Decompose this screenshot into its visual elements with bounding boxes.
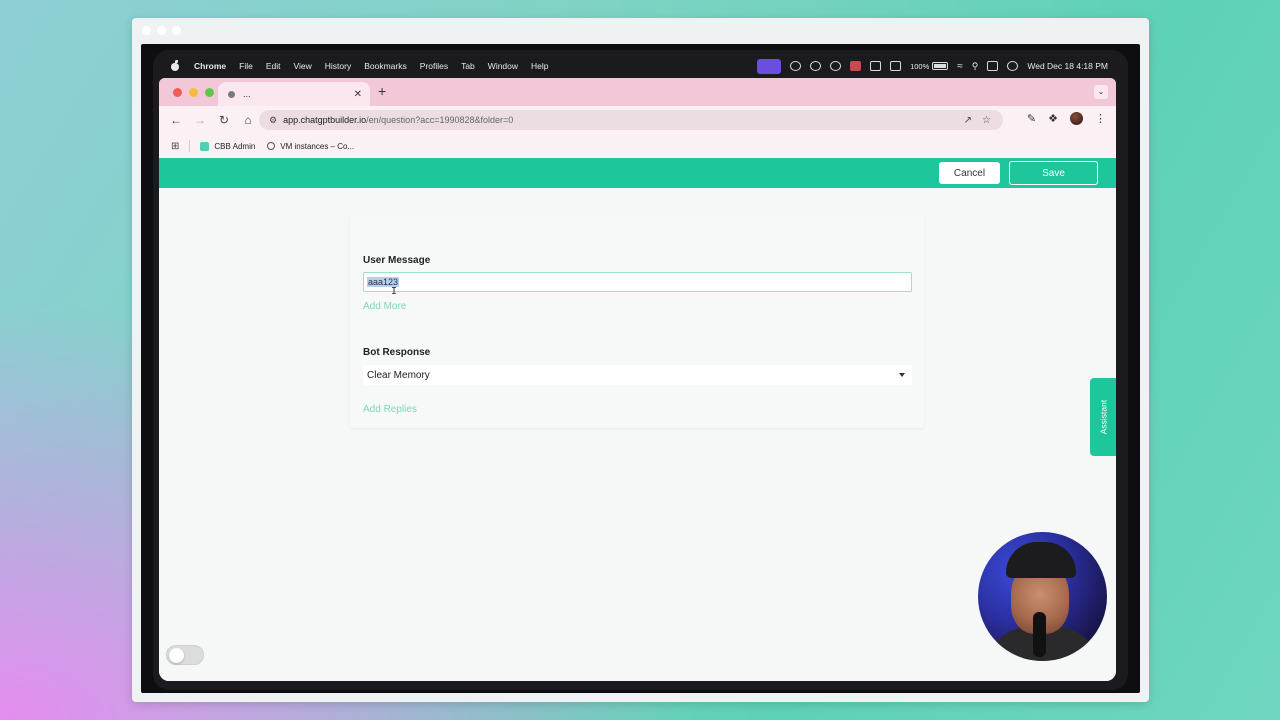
menu-history[interactable]: History [325, 61, 351, 71]
webcam-cap [1006, 542, 1076, 578]
back-icon[interactable]: ← [165, 113, 187, 127]
close-window-button[interactable] [173, 88, 182, 97]
bookmark-star-icon[interactable]: ☆ [982, 115, 991, 126]
bot-response-label: Bot Response [363, 347, 431, 358]
bookmark-vm-instances[interactable]: VM instances – Co... [267, 142, 354, 151]
macos-menubar: Chrome File Edit View History Bookmarks … [158, 56, 1118, 76]
apple-icon[interactable] [170, 60, 180, 72]
reload-icon[interactable]: ↻ [213, 113, 235, 127]
close-tab-icon[interactable]: ✕ [354, 89, 362, 100]
bookmark-cbb-admin[interactable]: CBB Admin [200, 141, 256, 151]
text-cursor-icon: I [391, 286, 398, 297]
shield-icon[interactable] [790, 61, 802, 71]
device-icon[interactable] [890, 61, 902, 71]
profile-avatar[interactable] [1070, 112, 1083, 125]
camera-icon[interactable] [850, 61, 862, 71]
tab-strip: ... ✕ + ⌄ [159, 78, 1116, 106]
extensions-icon[interactable]: ❖ [1048, 112, 1058, 125]
frame-dots [142, 26, 181, 35]
question-card: User Message aaa123 I Add More Bot Respo… [350, 215, 924, 428]
webcam-overlay [978, 532, 1107, 661]
bookmark-label: CBB Admin [214, 141, 256, 151]
bot-response-select[interactable]: Clear Memory [363, 365, 912, 385]
screen-record-icon[interactable] [757, 58, 782, 74]
add-more-link[interactable]: Add More [363, 301, 406, 312]
browser-tab[interactable]: ... ✕ [218, 82, 370, 106]
gear-icon [267, 142, 276, 150]
tab-search-icon[interactable]: ⌄ [1094, 85, 1108, 99]
menu-bookmarks[interactable]: Bookmarks [364, 61, 407, 71]
battery-percent: 100% [910, 61, 930, 71]
cloud-icon[interactable] [810, 61, 822, 71]
url-path: /en/question?acc=1990828&folder=0 [366, 115, 514, 125]
microphone-icon [1033, 612, 1046, 657]
site-info-icon[interactable]: ⚙ [269, 115, 277, 126]
wifi-icon[interactable]: ≈ [957, 61, 963, 72]
menu-profiles[interactable]: Profiles [420, 61, 448, 71]
favicon-icon [228, 90, 235, 98]
tab-title: ... [243, 89, 251, 99]
menu-window[interactable]: Window [488, 61, 518, 71]
toolbar-actions: ✎ ❖ ⋮ [1027, 112, 1106, 125]
assistant-label: Assistant [1098, 399, 1108, 435]
maximize-window-button[interactable] [205, 88, 214, 97]
bot-response-value: Clear Memory [367, 369, 430, 381]
app-header-bar: Cancel Save [159, 158, 1116, 188]
address-bar[interactable]: ⚙ app.chatgptbuilder.io /en/question?acc… [259, 110, 1003, 130]
layers-icon[interactable] [870, 61, 882, 71]
toggle-switch[interactable] [166, 645, 204, 665]
settings-icon[interactable] [830, 61, 842, 71]
search-icon[interactable]: ⚲ [972, 61, 979, 72]
pen-icon[interactable]: ✎ [1027, 112, 1036, 125]
menu-view[interactable]: View [293, 61, 311, 71]
omnibox-actions: ↗ ☆ [964, 115, 991, 126]
browser-toolbar: ← → ↻ ⌂ ⚙ app.chatgptbuilder.io /en/ques… [159, 106, 1116, 134]
menu-edit[interactable]: Edit [266, 61, 281, 71]
main-content: User Message aaa123 I Add More Bot Respo… [159, 188, 1116, 681]
forward-icon[interactable]: → [189, 113, 211, 127]
bookmark-label: VM instances – Co... [280, 141, 355, 151]
menubar-tray: 100% ≈ ⚲ Wed Dec 18 4:18 PM [757, 58, 1108, 74]
menu-help[interactable]: Help [531, 61, 548, 71]
browser-window: ... ✕ + ⌄ ← → ↻ ⌂ ⚙ app.chatgptbuilder.i… [159, 78, 1116, 681]
home-icon[interactable]: ⌂ [237, 113, 259, 127]
user-message-input[interactable]: aaa123 [363, 272, 912, 292]
menubar-clock[interactable]: Wed Dec 18 4:18 PM [1027, 61, 1108, 71]
menu-file[interactable]: File [239, 61, 253, 71]
cancel-button[interactable]: Cancel [939, 162, 1000, 184]
add-replies-link[interactable]: Add Replies [363, 404, 417, 415]
minimize-window-button[interactable] [189, 88, 198, 97]
bookmarks-bar: ⊞ CBB Admin VM instances – Co... [159, 134, 1116, 158]
save-button[interactable]: Save [1009, 161, 1098, 185]
user-message-label: User Message [363, 255, 431, 266]
bookmarks-divider [189, 140, 191, 152]
url-host: app.chatgptbuilder.io [283, 115, 367, 125]
siri-icon[interactable] [1007, 61, 1019, 71]
open-external-icon[interactable]: ↗ [964, 115, 972, 126]
battery-indicator[interactable]: 100% [910, 61, 949, 71]
apps-grid-icon[interactable]: ⊞ [171, 141, 179, 152]
chevron-down-icon [899, 373, 905, 377]
menu-chrome[interactable]: Chrome [194, 61, 226, 71]
menu-tab[interactable]: Tab [461, 61, 475, 71]
control-center-icon[interactable] [987, 61, 999, 71]
new-tab-icon[interactable]: + [378, 83, 386, 99]
cbb-admin-icon [200, 141, 210, 151]
window-controls [173, 88, 214, 97]
chrome-menu-icon[interactable]: ⋮ [1095, 112, 1106, 125]
battery-icon [932, 62, 949, 70]
assistant-tab[interactable]: Assistant [1090, 378, 1116, 456]
